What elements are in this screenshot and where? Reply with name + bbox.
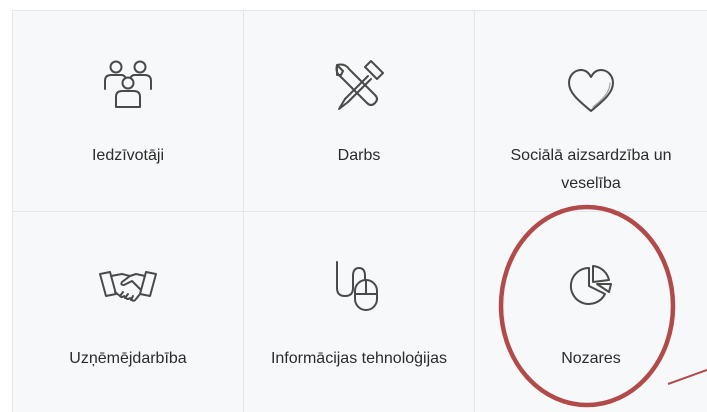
tile-sociala-aizsardziba[interactable]: Sociālā aizsardzība un veselība — [475, 10, 707, 212]
tools-icon — [327, 53, 391, 117]
tile-informacijas-tehnologijas[interactable]: Informācijas tehnoloģijas — [244, 212, 475, 412]
tile-label: Sociālā aizsardzība un veselība — [510, 147, 672, 192]
category-page: Iedzīvotāji Darbs Sociālā aizsardzība un… — [0, 0, 707, 412]
people-icon — [96, 53, 160, 117]
heart-icon — [559, 59, 623, 123]
tile-label: Nozares — [561, 350, 621, 367]
tile-label: Informācijas tehnoloģijas — [270, 350, 448, 367]
pie-chart-icon — [559, 254, 623, 318]
category-grid: Iedzīvotāji Darbs Sociālā aizsardzība un… — [12, 10, 707, 412]
handshake-icon — [96, 254, 160, 318]
tile-iedzivotaji[interactable]: Iedzīvotāji — [12, 10, 244, 212]
mouse-icon — [327, 254, 391, 318]
tile-darbs[interactable]: Darbs — [244, 10, 475, 212]
tile-label: Darbs — [337, 147, 381, 164]
tile-uznemejdarbiba[interactable]: Uzņēmējdarbība — [12, 212, 244, 412]
tile-nozares[interactable]: Nozares — [475, 212, 707, 412]
tile-label: Uzņēmējdarbība — [69, 350, 187, 367]
tile-label: Iedzīvotāji — [91, 147, 165, 164]
